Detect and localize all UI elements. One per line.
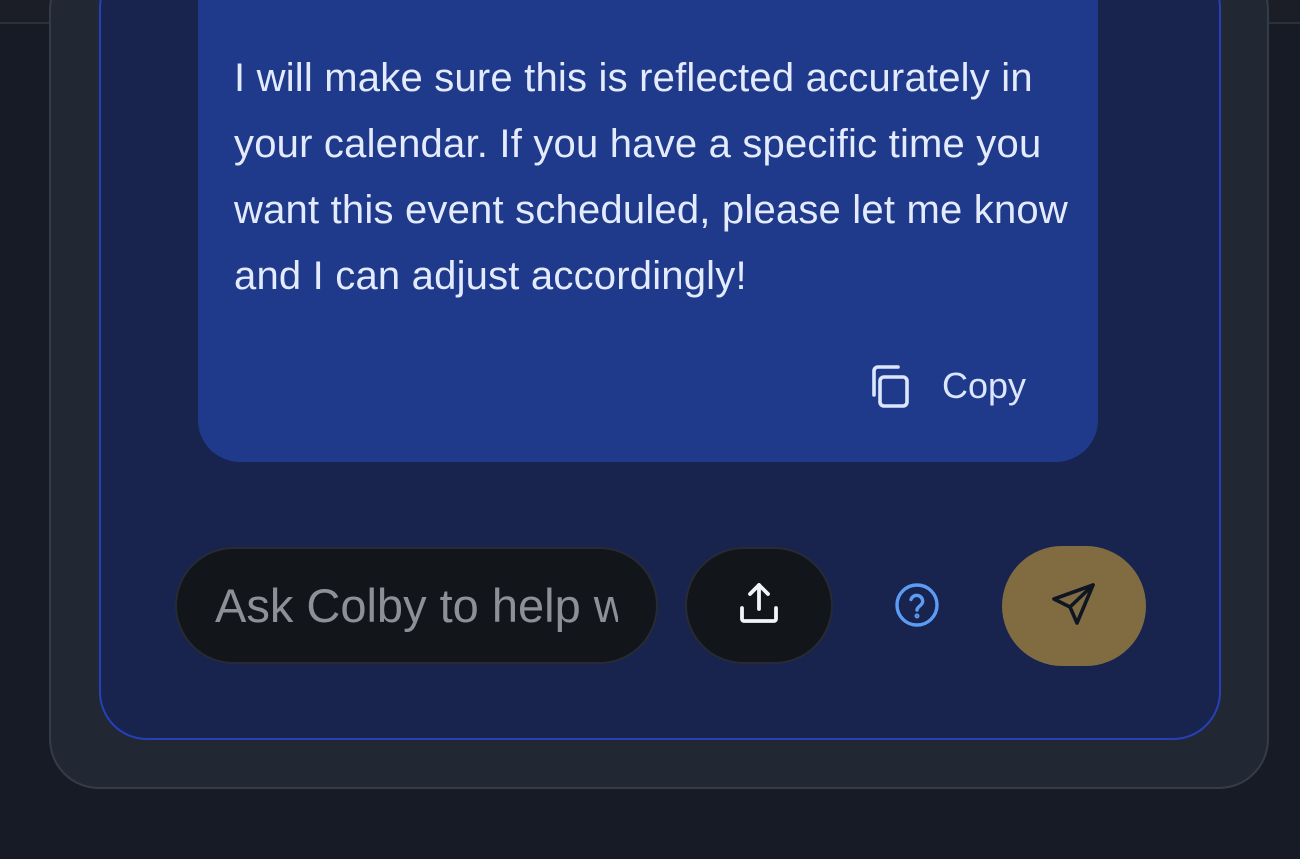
copy-button[interactable]: Copy	[866, 358, 1026, 414]
send-icon	[1049, 579, 1099, 634]
copy-label: Copy	[942, 365, 1027, 406]
send-button[interactable]	[1002, 546, 1146, 666]
help-circle-icon	[893, 581, 941, 634]
chat-input[interactable]	[175, 547, 658, 664]
assistant-message: I will make sure this is reflected accur…	[198, 0, 1098, 462]
help-button[interactable]	[892, 581, 942, 634]
assistant-message-text: I will make sure this is reflected accur…	[234, 56, 1068, 298]
copy-icon	[866, 362, 914, 410]
upload-icon	[737, 581, 781, 630]
upload-button[interactable]	[685, 547, 833, 664]
